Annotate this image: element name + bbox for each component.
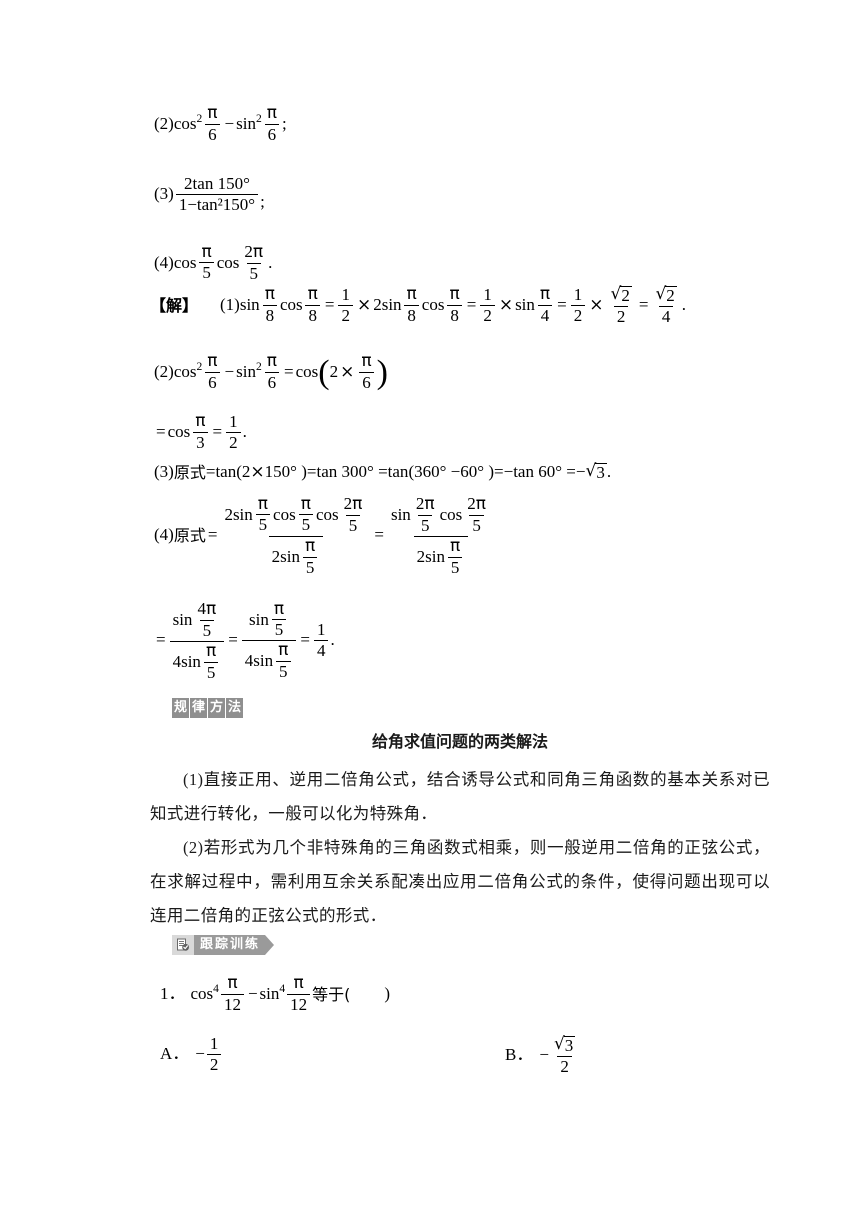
big-fraction-2: sin 2π 5 cos 2π 5 2 sin π5 [390, 494, 486, 577]
frac-pi-6-b: π 6 [264, 352, 280, 392]
semicolon: ; [260, 192, 265, 211]
badge-tail [265, 935, 275, 955]
yuanshi-label: 原式 [173, 462, 206, 482]
frac-pi-8-d: π 8 [446, 285, 462, 325]
frac-pi-over-5: π 5 [199, 243, 215, 283]
minus-op: − [224, 114, 235, 133]
close-paren: ) [384, 984, 391, 1003]
frac-1-2-a: 1 2 [338, 286, 353, 325]
badge-char-2: 方 [208, 698, 226, 718]
solution-line-2b: = cos π 3 = 1 2 . [156, 411, 247, 452]
period: . [330, 630, 335, 650]
frac-pi-over-6-b: π 6 [264, 104, 280, 144]
right-paren-big: ) [376, 353, 388, 391]
badge-char-1: 律 [190, 698, 208, 718]
period: . [242, 422, 247, 441]
sol-3-number: (3) [154, 462, 174, 482]
big-fraction-1: 2 sin π5 cos π5 cos 2π 5 2 sin π5 [224, 493, 363, 577]
problem-3: (3) 2tan 150° 1−tan²150° ; [154, 175, 265, 214]
badge-char-3: 法 [226, 698, 244, 718]
frac-sqrt3-2-option-b: √ 3 2 [553, 1034, 576, 1076]
frac-pi-8-a: π 8 [262, 285, 278, 325]
frac-pi-3: π 3 [192, 412, 208, 452]
solution-line-4a: (4) 原式 = 2 sin π5 cos π5 cos 2π 5 2 sin π [154, 495, 496, 576]
genzong-xunlian-badge: 跟踪训练 [172, 935, 275, 955]
problem-3-number: (3) [154, 184, 174, 203]
solution-line-4b: = sin 4π 5 4 sin π5 = sin π 5 4 sin π 5 … [156, 598, 335, 682]
frac-pi-12-a: π 12 [220, 974, 244, 1014]
frac-1-2-option-a: 1 2 [206, 1035, 222, 1074]
numerator: 2tan 150° [184, 174, 250, 193]
guilv-fangfa-badge: 规 律 方 法 [172, 698, 244, 718]
exercise-question: 1． cos 4 π 12 − sin 4 π 12 等于( ) [160, 973, 391, 1014]
frac-2pi-over-5: 2π 5 [244, 242, 264, 283]
period: . [681, 295, 687, 314]
problem-2-number: (2) [154, 114, 174, 133]
big-fraction-3: sin 4π 5 4 sin π5 [169, 600, 225, 681]
problem-2: (2) cos 2 π 6 − sin 2 π 6 ; [154, 103, 287, 144]
big-fraction-4: sin π5 4 sin π5 [241, 600, 297, 681]
frac-1-4: 1 4 [313, 621, 329, 660]
frac-pi-8-b: π 8 [305, 285, 321, 325]
sol-4-number: (4) [154, 525, 174, 545]
option-b[interactable]: B． − √ 3 2 [505, 1035, 580, 1076]
option-a[interactable]: A． − 1 2 [160, 1035, 223, 1074]
section-title: 给角求值问题的两类解法 [371, 732, 548, 751]
frac-pi-6-c: π 6 [358, 352, 374, 392]
frac-1-2-b: 1 2 [480, 286, 495, 325]
sol-1-number: (1) [220, 295, 240, 314]
frac-1-2-d: 1 2 [226, 413, 241, 452]
frac-pi-over-6: π 6 [204, 104, 220, 144]
solution-line-3: (3) 原式 = tan(2 × 150 ° ) = tan 300 ° = tan(360 ° −6… [154, 461, 612, 483]
frac-pi-6-a: π 6 [204, 352, 220, 392]
option-b-key: B． [505, 1045, 534, 1064]
left-paren-big: ( [318, 353, 330, 391]
document-page: (2) cos 2 π 6 − sin 2 π 6 ; (3) 2tan 150° 1… [0, 0, 860, 1216]
denominator: 1−tan²150° [175, 193, 259, 214]
semicolon: ; [282, 114, 287, 133]
frac-pi-8-c: π 8 [404, 285, 420, 325]
frac-1-2-c: 1 2 [570, 286, 586, 325]
solution-line-1: 【解】 (1) sin π 8 cos π 8 = 1 2 × 2 sin π 8 [150, 284, 687, 326]
solution-line-2a: (2) cos 2 π 6 − sin 2 π 6 = cos ( 2 × π 6 [154, 351, 388, 392]
solution-label: 【解】 [150, 295, 199, 315]
method-paragraph-2: (2)若形式为几个非特殊角的三角函数式相乘，则一般逆用二倍角的正弦公式，在求解过… [150, 838, 770, 925]
period: . [268, 252, 273, 272]
frac-tan-fraction: 2tan 150° 1−tan²150° [175, 174, 259, 214]
frac-sqrt2-2: √ 2 2 [610, 284, 632, 326]
dengyu-label: 等于( [312, 984, 351, 1004]
badge-char-0: 规 [172, 698, 190, 718]
sol-2-number: (2) [154, 362, 174, 381]
method-paragraph-1: (1)直接正用、逆用二倍角公式，结合诱导公式和同角三角函数的基本关系对已知式进行… [150, 770, 770, 823]
problem-4-number: (4) [154, 252, 174, 272]
document-check-icon [172, 935, 194, 955]
genzong-xunlian-label: 跟踪训练 [194, 935, 266, 955]
frac-sqrt2-4: √ 2 4 [655, 284, 677, 326]
frac-pi-12-b: π 12 [287, 974, 311, 1014]
sqrt-3: √ 3 [585, 461, 607, 482]
option-a-key: A． [160, 1044, 190, 1063]
frac-pi-4: π 4 [537, 285, 553, 325]
exercise-number: 1． [160, 984, 186, 1003]
problem-4: (4) cos π 5 cos 2π 5 . [154, 241, 273, 283]
